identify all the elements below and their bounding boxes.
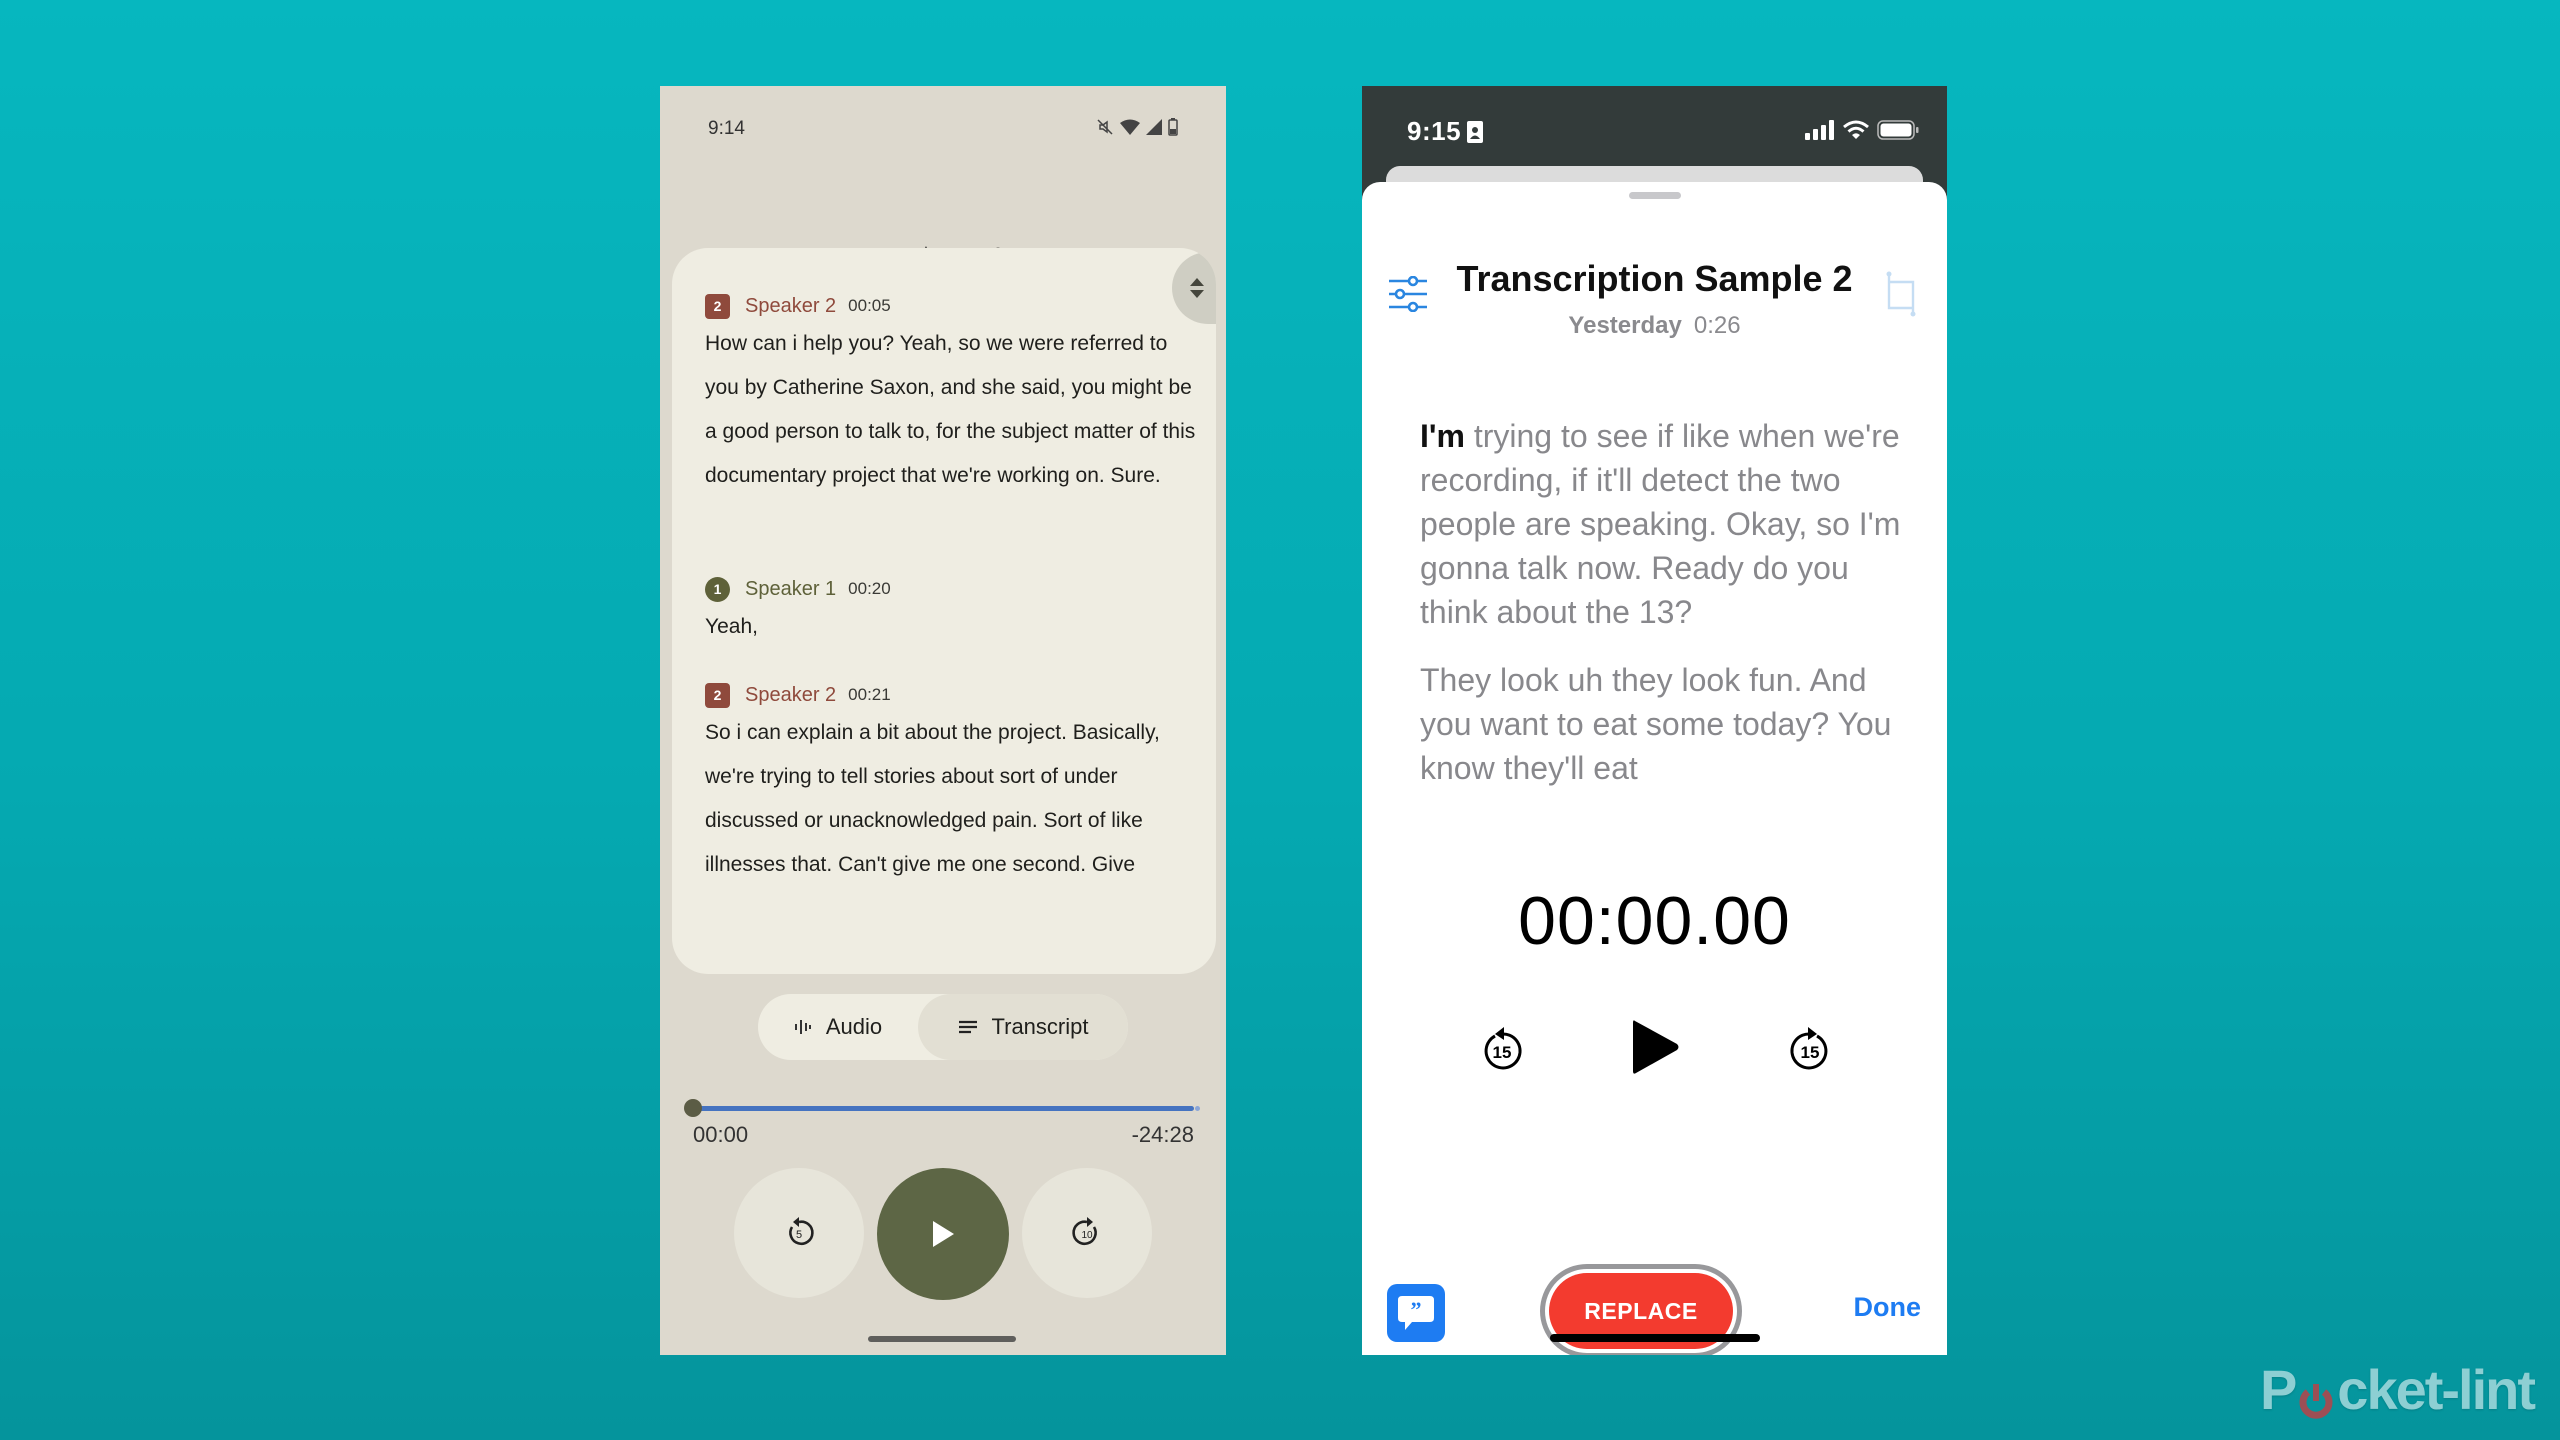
scrubber-track[interactable]: [688, 1106, 1194, 1111]
status-bar: 9:15: [1407, 114, 1919, 154]
trim-button[interactable]: [1886, 270, 1916, 318]
battery-icon: [1168, 118, 1178, 136]
recording-title[interactable]: Transcription Sample 2: [1362, 258, 1947, 300]
speaker-badge: 1: [705, 576, 730, 602]
ios-recorder-screen: 9:15 Transcription Sample 2 Yesterday 0:2…: [1362, 86, 1947, 1355]
speaker-name: Speaker 1: [745, 577, 837, 600]
transcript-text: Yeah,: [705, 615, 758, 638]
recording-detail-sheet: Transcription Sample 2 Yesterday 0:26 I'm…: [1362, 182, 1947, 1355]
forward-button[interactable]: 10: [1022, 1168, 1152, 1298]
forward-10-icon: 10: [1072, 1217, 1097, 1245]
play-icon: [1633, 1020, 1679, 1074]
transcript-toggle-button[interactable]: ”: [1387, 1284, 1445, 1342]
speaker-badge: 2: [705, 682, 730, 708]
recording-date: Yesterday: [1568, 312, 1682, 339]
speaker-header: 1 Speaker 1 00:20: [705, 575, 1196, 603]
speaker-header: 2 Speaker 2 00:05: [705, 292, 1196, 320]
done-button[interactable]: Done: [1854, 1292, 1922, 1323]
status-bar: 9:14: [708, 112, 1178, 152]
signal-icon: [1146, 119, 1162, 135]
quote-bubble-icon: ”: [1398, 1296, 1434, 1330]
transcript-paragraph: They look uh they look fun. And you want…: [1420, 662, 1892, 786]
home-indicator[interactable]: [1550, 1334, 1760, 1342]
speaker-name: Speaker 2: [745, 294, 837, 317]
speaker-name: Speaker 2: [745, 683, 837, 706]
svg-text:”: ”: [1411, 1297, 1422, 1322]
transcript-entry[interactable]: 2 Speaker 2 00:21 So i can explain a bit…: [705, 681, 1196, 887]
tab-transcript-label: Transcript: [991, 1014, 1089, 1039]
waveform-icon: [794, 1020, 811, 1034]
wifi-icon: [1843, 120, 1869, 139]
transcript-paragraph: I'm trying to see if like when we're rec…: [1420, 418, 1901, 630]
play-icon: [933, 1221, 954, 1247]
svg-text:15: 15: [1493, 1043, 1512, 1062]
tab-audio-label: Audio: [825, 1014, 883, 1039]
status-time: 9:14: [708, 118, 745, 139]
recording-duration: 0:26: [1693, 312, 1741, 339]
skip-back-button[interactable]: 15: [1472, 1012, 1532, 1082]
transcript-text[interactable]: I'm trying to see if like when we're rec…: [1420, 414, 1907, 834]
transcript-text: So i can explain a bit about the project…: [705, 721, 1160, 876]
transcript-entry[interactable]: 1 Speaker 1 00:20 Yeah,: [705, 575, 1196, 649]
transcript-card[interactable]: 2 Speaker 2 00:05 How can i help you? Ye…: [672, 248, 1216, 974]
speaker-timestamp: 00:05: [848, 296, 891, 315]
speaker-badge: 2: [705, 293, 730, 319]
android-recorder-screen: 9:14 2 Speaker 2 00:05 How can i help yo…: [660, 86, 1226, 1355]
speaker-timestamp: 00:20: [848, 579, 891, 598]
sheet-grabber[interactable]: [1629, 192, 1681, 199]
replay-5-icon: 5: [789, 1217, 814, 1245]
playback-scrubber[interactable]: [684, 1096, 1200, 1120]
skip-back-15-icon: 15: [1484, 1027, 1522, 1070]
signal-icon: [1805, 120, 1834, 140]
skip-forward-15-icon: 15: [1790, 1027, 1828, 1070]
tab-transcript[interactable]: Transcript: [918, 994, 1128, 1060]
speaker-timestamp: 00:21: [848, 685, 891, 704]
svg-text:15: 15: [1801, 1043, 1820, 1062]
chevron-up-icon: [1190, 278, 1204, 286]
playback-timer: 00:00.00: [1518, 883, 1791, 959]
status-time: 9:15: [1407, 116, 1462, 146]
svg-text:5: 5: [796, 1229, 802, 1241]
current-word: I'm: [1420, 418, 1465, 454]
wifi-icon: [1120, 119, 1140, 135]
lines-icon: [958, 1020, 977, 1034]
power-icon: [2296, 1368, 2336, 1419]
play-button[interactable]: [877, 1168, 1009, 1300]
scrubber-end-marker: [1195, 1106, 1200, 1111]
contact-card-icon: [1467, 120, 1484, 143]
remaining-time: -24:28: [1131, 1122, 1194, 1147]
playback-controls: 5 10: [660, 1168, 1226, 1302]
home-indicator[interactable]: [868, 1336, 1016, 1342]
mute-icon: [1097, 119, 1113, 135]
recording-meta: Yesterday 0:26: [1362, 312, 1947, 340]
transcript-fade: [1420, 794, 1907, 834]
speaker-header: 2 Speaker 2 00:21: [705, 681, 1196, 709]
transcript-text: How can i help you? Yeah, so we were ref…: [705, 332, 1196, 487]
tab-audio[interactable]: Audio: [758, 994, 918, 1060]
view-toggle: Audio Transcript: [758, 994, 1128, 1060]
scrubber-thumb[interactable]: [684, 1099, 702, 1117]
transcript-entry[interactable]: 2 Speaker 2 00:05 How can i help you? Ye…: [705, 292, 1196, 498]
crop-icon: [1886, 271, 1916, 317]
elapsed-time: 00:00: [693, 1122, 749, 1147]
play-button[interactable]: [1620, 1012, 1690, 1082]
pocketlint-watermark: P cket-lint: [2259, 1358, 2536, 1421]
battery-icon: [1877, 120, 1919, 140]
rewind-button[interactable]: 5: [734, 1168, 864, 1298]
svg-text:10: 10: [1081, 1230, 1093, 1241]
skip-forward-button[interactable]: 15: [1780, 1012, 1840, 1082]
